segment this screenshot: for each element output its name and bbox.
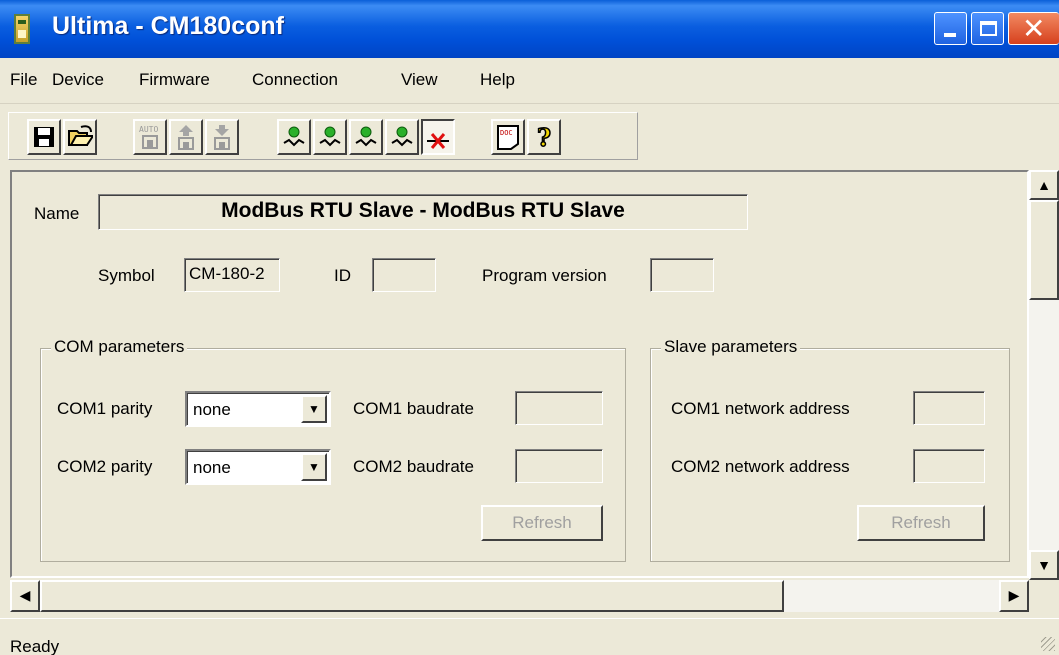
menu-connection[interactable]: Connection: [252, 70, 338, 90]
resize-grip-icon[interactable]: [1041, 637, 1055, 651]
com-parameters-title: COM parameters: [51, 337, 188, 357]
connect-4-icon: [391, 126, 413, 147]
menu-firmware[interactable]: Firmware: [139, 70, 210, 90]
slave-parameters-title: Slave parameters: [661, 337, 801, 357]
maximize-button[interactable]: [971, 12, 1004, 45]
connect-3-button[interactable]: [349, 119, 383, 155]
com2-parity-label: COM2 parity: [57, 457, 153, 476]
com1-baudrate-label: COM1 baudrate: [353, 399, 474, 418]
connect-3-icon: [355, 126, 377, 147]
name-label: Name: [34, 204, 80, 223]
scrollbar-corner: [1029, 580, 1059, 612]
id-field: [372, 258, 436, 292]
menu-bar: File Device Firmware Connection View Hel…: [0, 58, 1059, 104]
com2-network-address-field: [913, 449, 985, 483]
status-text: Ready: [10, 637, 60, 655]
menu-help[interactable]: Help: [480, 70, 515, 90]
maximize-icon: [980, 21, 997, 36]
com1-network-address-label: COM1 network address: [671, 399, 850, 418]
disconnect-button[interactable]: [421, 119, 455, 155]
com2-parity-select[interactable]: none ▼: [185, 449, 331, 485]
program-version-field: [650, 258, 714, 292]
auto-icon: AUTO: [139, 125, 158, 149]
upload-button[interactable]: [169, 119, 203, 155]
connect-1-button[interactable]: [277, 119, 311, 155]
minimize-button[interactable]: [934, 12, 967, 45]
scroll-right-button[interactable]: ▶: [999, 580, 1029, 612]
com1-parity-label: COM1 parity: [57, 399, 153, 418]
disconnect-icon: [427, 133, 449, 149]
auto-button[interactable]: AUTO: [133, 119, 167, 155]
download-icon: [214, 125, 230, 150]
doc-button[interactable]: DOC: [491, 119, 525, 155]
svg-text:AUTO: AUTO: [139, 125, 158, 134]
close-button[interactable]: ✕: [1008, 12, 1059, 45]
help-icon: ?: [536, 123, 552, 151]
help-button[interactable]: ?: [527, 119, 561, 155]
connect-4-button[interactable]: [385, 119, 419, 155]
com2-network-address-label: COM2 network address: [671, 457, 850, 476]
com2-baudrate-label: COM2 baudrate: [353, 457, 474, 476]
open-folder-icon: [68, 125, 93, 146]
close-icon: ✕: [1022, 13, 1046, 44]
save-button[interactable]: [27, 119, 61, 155]
connect-2-icon: [319, 126, 341, 147]
app-icon[interactable]: [14, 14, 30, 44]
minimize-icon: [944, 33, 956, 37]
slave-parameters-group: Slave parameters COM1 network address CO…: [650, 337, 1010, 562]
open-button[interactable]: [63, 119, 97, 155]
scroll-down-button[interactable]: ▼: [1029, 550, 1059, 580]
connect-1-icon: [283, 126, 305, 147]
program-version-label: Program version: [482, 266, 607, 285]
vertical-scroll-thumb[interactable]: [1029, 200, 1059, 300]
chevron-down-icon[interactable]: ▼: [301, 395, 327, 423]
com-parameters-group: COM parameters COM1 parity none ▼ COM2 p…: [40, 337, 626, 562]
slave-refresh-button[interactable]: Refresh: [857, 505, 985, 541]
upload-icon: [178, 125, 194, 150]
com1-parity-value: none: [193, 400, 231, 419]
scroll-left-button[interactable]: ◀: [10, 580, 40, 612]
save-icon: [34, 127, 54, 147]
menu-view[interactable]: View: [401, 70, 438, 90]
symbol-label: Symbol: [98, 266, 155, 285]
com2-parity-value: none: [193, 458, 231, 477]
form-area: Name ModBus RTU Slave - ModBus RTU Slave…: [10, 170, 1029, 578]
menu-device[interactable]: Device: [52, 70, 104, 90]
window-title: Ultima - CM180conf: [52, 12, 284, 40]
title-bar[interactable]: Ultima - CM180conf ✕: [0, 0, 1059, 58]
scroll-up-button[interactable]: ▲: [1029, 170, 1059, 200]
horizontal-scrollbar[interactable]: ◀ ▶: [10, 580, 1029, 612]
toolbar-row: AUTO DOC ?: [8, 112, 638, 160]
toolbar: AUTO DOC ?: [0, 107, 1059, 165]
chevron-down-icon[interactable]: ▼: [301, 453, 327, 481]
com2-baudrate-field: [515, 449, 603, 483]
doc-icon: DOC: [497, 125, 519, 150]
name-field: ModBus RTU Slave - ModBus RTU Slave: [98, 194, 748, 230]
connect-2-button[interactable]: [313, 119, 347, 155]
status-bar: Ready: [0, 618, 1059, 655]
com1-network-address-field: [913, 391, 985, 425]
vertical-scrollbar[interactable]: ▲ ▼: [1029, 170, 1059, 580]
svg-text:?: ?: [537, 123, 551, 151]
horizontal-scroll-thumb[interactable]: [40, 580, 784, 612]
svg-text:DOC: DOC: [500, 129, 513, 137]
com1-baudrate-field: [515, 391, 603, 425]
com-refresh-button[interactable]: Refresh: [481, 505, 603, 541]
id-label: ID: [334, 266, 351, 285]
symbol-field: CM-180-2: [184, 258, 280, 292]
com1-parity-select[interactable]: none ▼: [185, 391, 331, 427]
download-button[interactable]: [205, 119, 239, 155]
menu-file[interactable]: File: [10, 70, 37, 90]
